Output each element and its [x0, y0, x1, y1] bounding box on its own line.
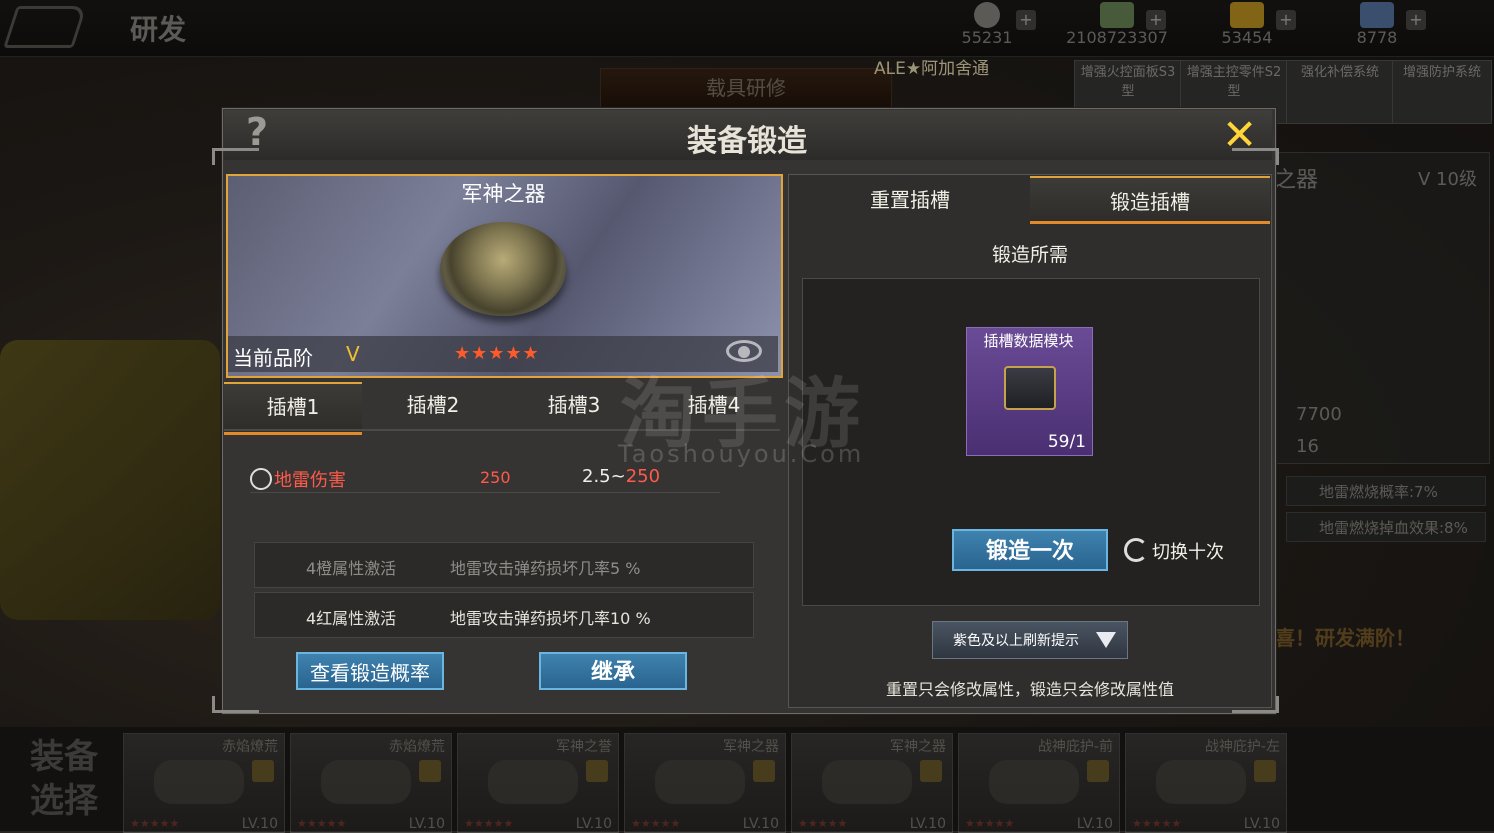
switch-ten-times-button[interactable]: 切换十次 [1152, 538, 1224, 564]
range-low: 2.5~ [582, 466, 626, 487]
material-count: 59/1 [1047, 432, 1086, 452]
range-high: 250 [625, 466, 661, 487]
close-icon[interactable]: ✕ [1222, 110, 1257, 159]
tab-slot-2[interactable]: 插槽2 [364, 382, 502, 430]
attribute-icon [250, 468, 272, 490]
landmine-image [440, 222, 566, 316]
star-rating: ★★★★★ [454, 343, 540, 364]
requirement-title: 锻造所需 [991, 244, 1068, 266]
watermark-url: Taoshouyou.Com [618, 440, 865, 468]
tab-slot-1[interactable]: 插槽1 [224, 382, 362, 435]
tab-forge-slot[interactable]: 锻造插槽 [1030, 176, 1270, 224]
bonus-value: 地雷攻击弹药损坏几率5 % [450, 559, 641, 578]
grade-value: V [346, 342, 360, 366]
tab-reset-slot[interactable]: 重置插槽 [790, 176, 1030, 224]
bonus-key: 4橙属性激活 [306, 559, 397, 578]
grade-label: 当前品阶 [233, 346, 313, 370]
attribute-range: 2.5~250 [582, 466, 660, 487]
material-name: 插槽数据模块 [983, 332, 1074, 350]
forge-once-button[interactable]: 锻造一次 [952, 529, 1108, 571]
frame-corner [212, 696, 259, 713]
bonus-key: 4红属性激活 [306, 609, 397, 628]
chevron-down-icon[interactable] [1096, 632, 1116, 648]
view-forge-rate-button[interactable]: 查看锻造概率 [296, 652, 444, 690]
help-icon[interactable]: ? [246, 110, 268, 154]
inherit-button[interactable]: 继承 [539, 652, 687, 690]
divider [250, 492, 720, 493]
attribute-value: 250 [480, 468, 511, 487]
dialog-title: 装备锻造 [687, 124, 807, 159]
forge-note: 重置只会修改属性，锻造只会修改属性值 [885, 680, 1174, 699]
attribute-name: 地雷伤害 [274, 470, 346, 491]
bonus-value: 地雷攻击弹药损坏几率10 % [450, 609, 651, 628]
item-name: 军神之器 [461, 182, 546, 206]
data-module-icon [1004, 366, 1056, 410]
refresh-icon[interactable] [1124, 538, 1148, 562]
